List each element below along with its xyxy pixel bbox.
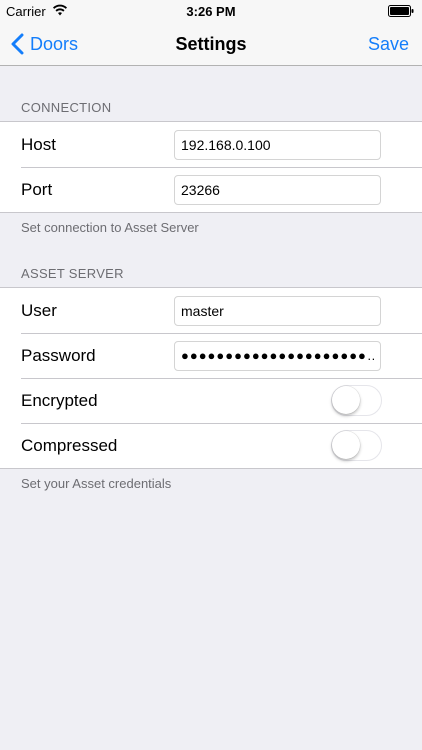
- host-row: Host: [0, 122, 422, 167]
- compressed-label: Compressed: [21, 435, 118, 455]
- compressed-row: Compressed: [0, 423, 422, 468]
- compressed-toggle[interactable]: [331, 430, 382, 461]
- asset-server-section-header: ASSET SERVER: [21, 266, 124, 281]
- password-row: Password: [0, 333, 422, 378]
- navigation-bar: Doors Settings Save: [0, 22, 422, 66]
- page-title: Settings: [175, 34, 247, 54]
- user-row: User: [0, 288, 422, 333]
- user-field[interactable]: [174, 295, 381, 326]
- password-field[interactable]: [174, 340, 381, 371]
- password-label: Password: [21, 345, 96, 365]
- user-label: User: [21, 300, 57, 320]
- port-label: Port: [21, 179, 53, 199]
- encrypted-toggle[interactable]: [331, 385, 382, 416]
- encrypted-label: Encrypted: [21, 390, 98, 410]
- port-field[interactable]: [174, 174, 381, 205]
- host-field[interactable]: [174, 129, 381, 160]
- asset-server-section-footer: Set your Asset credentials: [21, 476, 172, 491]
- connection-section-header: CONNECTION: [21, 100, 112, 115]
- status-time: 3:26 PM: [186, 4, 236, 19]
- encrypted-toggle-knob: [332, 386, 360, 414]
- connection-section-footer: Set connection to Asset Server: [21, 220, 199, 235]
- battery-icon: [388, 5, 414, 17]
- status-bar: Carrier 3:26 PM: [0, 0, 422, 22]
- asset-server-group: User Password Encrypted Compressed: [0, 287, 422, 469]
- host-label: Host: [21, 134, 56, 154]
- connection-group: Host Port: [0, 121, 422, 213]
- save-button[interactable]: Save: [368, 34, 409, 55]
- compressed-toggle-knob: [332, 431, 360, 459]
- encrypted-row: Encrypted: [0, 378, 422, 423]
- port-row: Port: [0, 167, 422, 212]
